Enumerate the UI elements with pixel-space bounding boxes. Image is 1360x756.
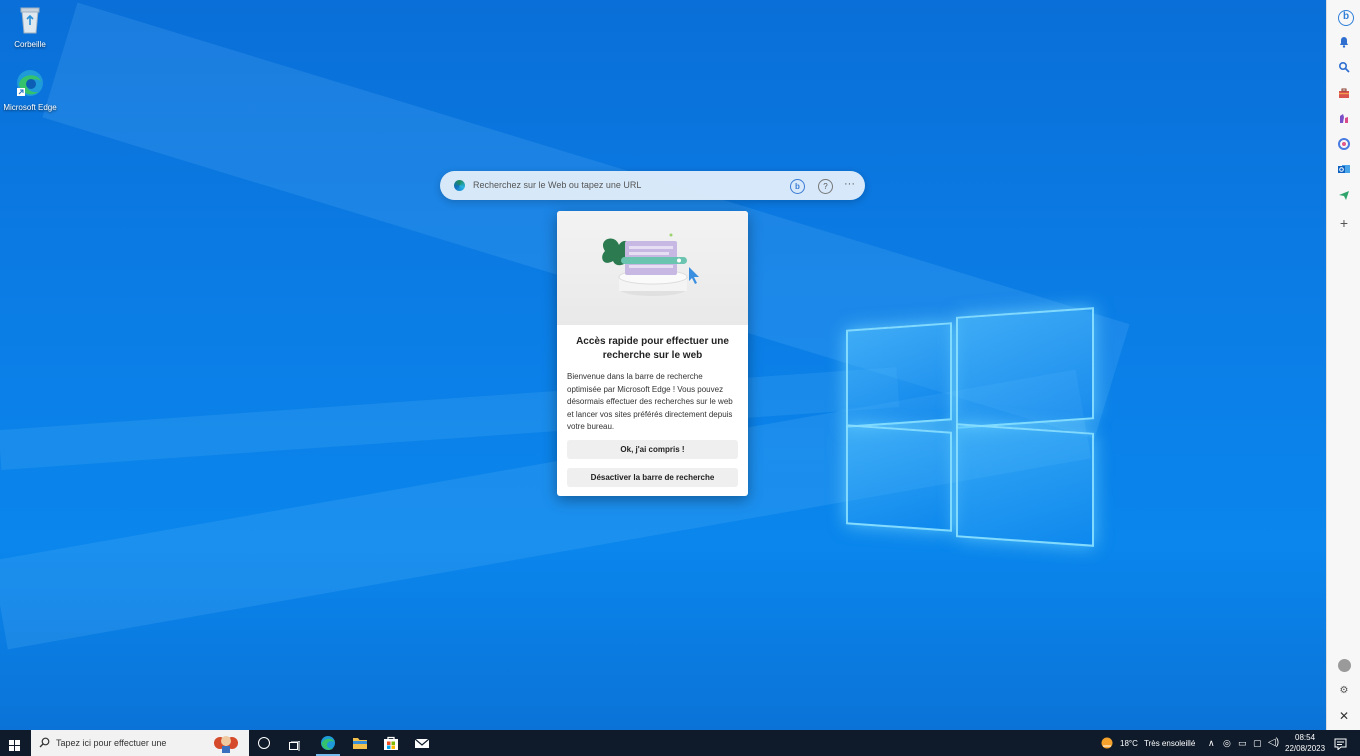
close-icon[interactable]: ✕ xyxy=(1338,710,1350,722)
folder-glyph xyxy=(353,738,367,749)
office-glyph xyxy=(1338,138,1350,150)
chat-bubble-glyph xyxy=(1334,738,1347,751)
taskbar-edge-icon[interactable] xyxy=(320,735,336,751)
mail-icon[interactable] xyxy=(414,735,430,751)
edge-icon xyxy=(321,736,335,750)
chess-glyph xyxy=(1340,114,1348,123)
task-view-icon[interactable] xyxy=(289,738,301,751)
sun-cloud-glyph xyxy=(1101,737,1113,749)
disable-search-bar-button[interactable]: Désactiver la barre de recherche xyxy=(567,467,738,487)
weather-temperature[interactable]: 18°C xyxy=(1120,739,1138,748)
outlook-icon[interactable] xyxy=(1338,163,1350,175)
clock-date[interactable]: 22/08/2023 xyxy=(1285,744,1325,753)
taskbar: Tapez ici pour effectuer une 18°C Très e… xyxy=(0,730,1360,756)
file-explorer-icon[interactable] xyxy=(352,735,368,751)
desktop-icon-label: Corbeille xyxy=(14,40,46,49)
search-bar-illustration xyxy=(602,233,699,296)
bell-icon[interactable] xyxy=(1338,36,1350,48)
desktop-icon-label: Microsoft Edge xyxy=(3,103,57,112)
popup-title: Accès rapide pour effectuer une recherch… xyxy=(576,336,729,361)
search-icon[interactable] xyxy=(1338,61,1350,73)
more-options-icon[interactable]: ··· xyxy=(843,179,856,192)
search-icon xyxy=(39,737,50,748)
outlook-glyph xyxy=(1338,165,1350,173)
start-button[interactable] xyxy=(9,738,20,751)
ok-button[interactable]: Ok, j'ai compris ! xyxy=(567,439,738,459)
task-view-glyph xyxy=(289,740,300,751)
task-view-cortana-icon[interactable] xyxy=(258,737,270,749)
notification-icon[interactable] xyxy=(1334,737,1347,751)
bing-icon[interactable]: b xyxy=(1338,10,1354,26)
avatar[interactable] xyxy=(1338,659,1351,672)
popup-body: Bienvenue dans la barre de recherche opt… xyxy=(567,372,733,432)
windows-logo-graphic xyxy=(846,298,1094,550)
edge-icon xyxy=(17,70,43,96)
popup-illustration xyxy=(557,211,748,325)
desktop-icon-edge[interactable]: Microsoft Edge xyxy=(2,68,58,112)
add-icon[interactable]: + xyxy=(1338,216,1350,230)
bell-glyph xyxy=(1340,37,1348,48)
games-icon[interactable] xyxy=(1338,112,1350,124)
taskbar-search-box[interactable]: Tapez ici pour effectuer une xyxy=(31,730,249,756)
meet-now-icon[interactable]: ◎ xyxy=(1223,738,1231,749)
toolbox-glyph xyxy=(1339,88,1349,98)
bag-glyph xyxy=(384,736,398,750)
weather-description[interactable]: Très ensoleillé xyxy=(1144,739,1195,748)
office-icon[interactable] xyxy=(1338,138,1350,150)
magnifier-glyph xyxy=(1338,61,1350,73)
plane-glyph xyxy=(1339,191,1349,200)
welcome-popup: Accès rapide pour effectuer une recherch… xyxy=(557,211,748,496)
help-icon[interactable]: ? xyxy=(818,179,833,194)
taskbar-search-placeholder: Tapez ici pour effectuer une xyxy=(56,738,167,748)
search-input[interactable]: Recherchez sur le Web ou tapez une URL xyxy=(473,180,641,190)
customize-icon[interactable]: ⚙ xyxy=(1338,685,1350,697)
tools-icon[interactable] xyxy=(1338,87,1350,99)
store-icon[interactable] xyxy=(383,735,399,751)
battery-icon[interactable]: ▭ xyxy=(1238,738,1247,749)
bing-chat-icon[interactable]: b xyxy=(790,179,805,194)
edge-search-bar[interactable]: Recherchez sur le Web ou tapez une URL b… xyxy=(440,171,865,200)
chevron-up-icon[interactable]: ∧ xyxy=(1208,738,1215,749)
send-icon[interactable] xyxy=(1338,189,1350,201)
clock-time[interactable]: 08:54 xyxy=(1295,733,1315,742)
recycle-bin-icon xyxy=(20,7,40,34)
network-icon[interactable]: ▢ xyxy=(1253,738,1262,749)
desktop-icon-recycle-bin[interactable]: Corbeille xyxy=(2,5,58,49)
envelope-glyph xyxy=(414,738,430,748)
weather-icon[interactable] xyxy=(1100,736,1114,750)
edge-sidebar: b + ⚙ ✕ xyxy=(1326,0,1360,730)
edge-icon xyxy=(454,180,465,191)
windows-icon xyxy=(9,740,20,751)
search-highlight-icon xyxy=(214,736,238,753)
volume-icon[interactable]: ◁) xyxy=(1268,737,1279,748)
